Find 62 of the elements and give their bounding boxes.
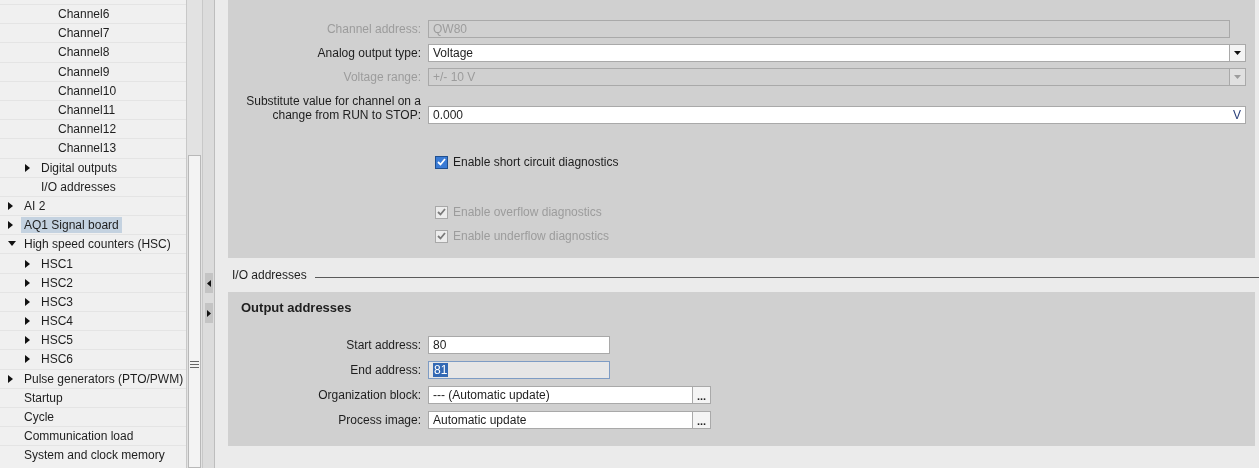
browse-button[interactable]: ... [693,411,711,429]
dropdown-button[interactable] [1230,44,1246,62]
collapsed-arrow-icon[interactable] [25,278,30,287]
tree-item[interactable]: HSC5 [0,330,186,350]
field-label: Substitute value for channel on a change from RUN to STOP: [245,94,421,124]
collapsed-arrow-icon[interactable] [25,355,30,364]
tree-item[interactable]: Channel6 [0,4,186,24]
tree-item[interactable]: Communication load [0,426,186,446]
tree-item[interactable]: HSC1 [0,253,186,273]
input-field[interactable]: 0.000 V [428,106,1246,124]
collapsed-arrow-icon[interactable] [25,317,30,326]
checkbox-label: Enable short circuit diagnostics [453,155,619,169]
caret-icon [1234,75,1241,79]
input-field[interactable]: 81 [428,361,610,379]
input-field[interactable]: --- (Automatic update) [428,386,693,404]
scrollbar[interactable] [186,0,203,468]
tree-item[interactable]: I/O addresses [0,176,186,196]
field-label: Process image: [338,413,421,427]
dropdown[interactable]: Voltage [428,44,1230,62]
caret-icon [1234,51,1241,55]
collapsed-arrow-icon[interactable] [25,259,30,268]
tree-item[interactable]: Channel9 [0,61,186,81]
expand-button[interactable] [204,303,213,323]
field-label: Start address: [346,338,421,352]
tree-item[interactable]: HSC6 [0,349,186,369]
collapsed-arrow-icon[interactable] [8,201,13,210]
unit-label: V [1233,108,1242,122]
left-arrow-icon [206,279,211,287]
tree-item[interactable]: Startup [0,387,186,407]
tree-item[interactable]: Channel7 [0,23,186,43]
tree-item[interactable]: HSC3 [0,291,186,311]
expanded-arrow-icon[interactable] [8,241,16,248]
tree-item[interactable]: Channel10 [0,80,186,100]
tree-item[interactable]: AI 2 [0,195,186,216]
tree-item[interactable]: AQ1 Signal board [0,215,186,235]
tree-item[interactable]: Channel13 [0,138,186,158]
checkbox[interactable] [435,155,448,169]
field-label: End address: [350,363,421,377]
input-field[interactable]: Automatic update [428,411,693,429]
section-title: I/O addresses [232,268,307,282]
collapsed-arrow-icon[interactable] [25,336,30,345]
tree-item[interactable]: Digital outputs [0,157,186,177]
tree-item[interactable]: Channel8 [0,42,186,62]
collapsed-arrow-icon[interactable] [8,374,13,383]
grip-icon [190,361,199,368]
tree-item[interactable]: HSC4 [0,311,186,331]
right-arrow-icon [206,309,211,317]
field-label: Analog output type: [317,46,421,62]
field-label: Organization block: [318,388,421,402]
collapse-button[interactable] [204,273,213,293]
scrollbar-thumb[interactable] [188,155,201,468]
input-field[interactable]: 80 [428,336,610,354]
collapsed-arrow-icon[interactable] [25,163,30,172]
tree-item[interactable]: Pulse generators (PTO/PWM) [0,368,186,388]
tree-item[interactable]: High speed counters (HSC) [0,234,186,254]
collapsed-arrow-icon[interactable] [8,221,13,230]
collapsed-arrow-icon[interactable] [25,297,30,306]
group-title: Output addresses [241,300,353,315]
tree-item[interactable]: HSC2 [0,272,186,292]
browse-button[interactable]: ... [693,386,711,404]
tree-item[interactable]: System and clock memory [0,445,186,465]
tree-item[interactable]: Channel12 [0,119,186,139]
